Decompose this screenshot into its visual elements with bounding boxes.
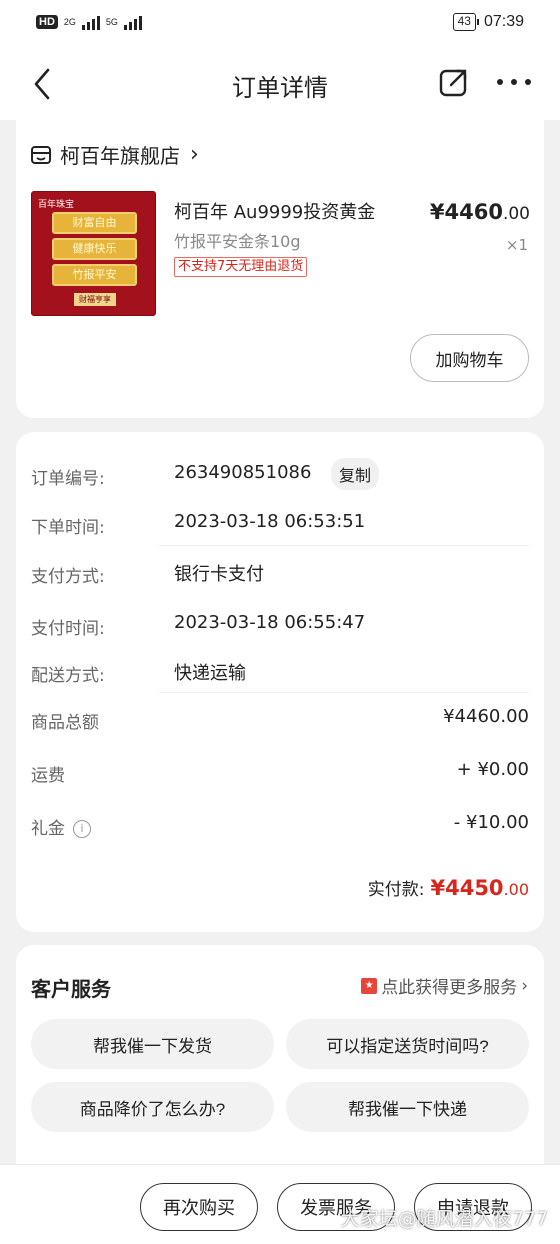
delivery-value: 快递运输 xyxy=(174,663,246,684)
network-indicator-1: 2G xyxy=(63,16,76,27)
paid-total-row: 实付款: ¥4450.00 xyxy=(368,875,529,900)
product-title[interactable]: 柯百年 Au9999投资黄金 xyxy=(174,198,375,224)
shop-icon xyxy=(31,145,51,164)
service-badge-icon: ★ xyxy=(361,977,378,994)
page-title: 订单详情 xyxy=(232,74,328,102)
more-services-label: 点此获得更多服务 xyxy=(381,978,518,998)
delivery-label: 配送方式: xyxy=(31,666,105,686)
shop-name: 柯百年旗舰店 xyxy=(60,144,180,168)
product-price: ¥4460.00 xyxy=(430,200,530,224)
paid-decimal: .00 xyxy=(503,880,529,899)
order-number-label: 订单编号: xyxy=(31,469,105,489)
paid-main: ¥4450 xyxy=(430,876,504,900)
share-icon[interactable] xyxy=(438,66,470,98)
return-policy-tag: 不支持7天无理由退货 xyxy=(174,257,308,277)
thumb-bar-3: 竹报平安 xyxy=(52,264,137,286)
pay-time-row: 支付时间: 2023-03-18 06:55:47 xyxy=(31,602,529,646)
price-drop-button[interactable]: 商品降价了怎么办? xyxy=(31,1082,274,1132)
goods-total-value: ¥4460.00 xyxy=(443,706,529,727)
pay-time-value: 2023-03-18 06:55:47 xyxy=(174,612,366,633)
info-icon[interactable]: i xyxy=(73,820,91,838)
divider xyxy=(159,692,529,693)
order-number-value: 263490851086 xyxy=(174,462,312,483)
shipping-label: 运费 xyxy=(31,766,65,786)
paid-value: ¥4450.00 xyxy=(430,876,529,900)
more-icon[interactable] xyxy=(494,70,534,94)
paid-label: 实付款: xyxy=(367,880,425,900)
customer-service-card: 客户服务 ★ 点此获得更多服务 › 帮我催一下发货 可以指定送货时间吗? 商品降… xyxy=(16,945,544,1175)
network-label-2: 5G xyxy=(105,16,118,27)
more-services-link[interactable]: ★ 点此获得更多服务 › xyxy=(361,973,528,998)
price-main: ¥4460 xyxy=(429,200,503,224)
hd-badge: HD xyxy=(36,15,58,29)
pay-method-row: 支付方式: 银行卡支付 xyxy=(31,550,529,594)
refund-button[interactable]: 申请退款 xyxy=(414,1183,532,1231)
thumb-tag: 财福亨享 xyxy=(74,293,116,306)
order-number-row: 订单编号: 263490851086 复制 xyxy=(31,452,529,496)
network-label-1: 2G xyxy=(63,16,76,27)
status-left: HD 2G 5G xyxy=(36,14,142,30)
gift-label-wrap: 礼金 i xyxy=(31,814,91,839)
clock: 07:39 xyxy=(483,13,524,30)
battery-icon: 43 xyxy=(452,13,480,31)
order-time-value: 2023-03-18 06:53:51 xyxy=(174,511,366,532)
product-card: 柯百年旗舰店 › 百年珠宝 财富自由 健康快乐 竹报平安 财福亨享 柯百年 Au… xyxy=(16,118,544,418)
thumb-brand: 百年珠宝 xyxy=(38,200,75,210)
goods-total-label: 商品总额 xyxy=(31,713,99,733)
signal-icon-2 xyxy=(123,14,142,30)
order-time-label: 下单时间: xyxy=(31,518,105,538)
product-subtitle: 竹报平安金条10g xyxy=(174,232,301,251)
delivery-row: 配送方式: 快递运输 xyxy=(31,649,529,693)
invoice-button[interactable]: 发票服务 xyxy=(277,1183,395,1231)
thumb-bar-1: 财富自由 xyxy=(52,212,137,234)
divider xyxy=(159,545,529,546)
network-indicator-2: 5G xyxy=(105,16,118,27)
status-right: 43 07:39 xyxy=(452,13,524,31)
bottom-action-bar: 再次购买 发票服务 申请退款 xyxy=(0,1164,560,1244)
delivery-time-button[interactable]: 可以指定送货时间吗? xyxy=(286,1019,529,1069)
service-title: 客户服务 xyxy=(31,977,111,1001)
urge-express-button[interactable]: 帮我催一下快递 xyxy=(286,1082,529,1132)
gift-label: 礼金 xyxy=(31,819,65,839)
pay-method-label: 支付方式: xyxy=(31,567,105,587)
chevron-right-icon: › xyxy=(190,142,199,167)
thumb-bar-2: 健康快乐 xyxy=(52,238,137,260)
price-decimal: .00 xyxy=(502,204,530,224)
status-bar: HD 2G 5G 43 07:39 xyxy=(0,0,560,48)
urge-shipping-button[interactable]: 帮我催一下发货 xyxy=(31,1019,274,1069)
gift-value: - ¥10.00 xyxy=(453,812,529,833)
rebuy-button[interactable]: 再次购买 xyxy=(140,1183,258,1231)
order-info-card: 订单编号: 263490851086 复制 下单时间: 2023-03-18 0… xyxy=(16,432,544,932)
nav-bar: 订单详情 xyxy=(0,48,560,120)
shipping-value: + ¥0.00 xyxy=(456,759,529,780)
order-time-row: 下单时间: 2023-03-18 06:53:51 xyxy=(31,501,529,545)
signal-icon xyxy=(81,14,100,30)
product-image[interactable]: 百年珠宝 财富自由 健康快乐 竹报平安 财福亨享 xyxy=(31,191,156,316)
shop-link[interactable]: 柯百年旗舰店 › xyxy=(30,140,199,169)
chevron-right-icon: › xyxy=(521,975,528,996)
shipping-row: 运费 + ¥0.00 xyxy=(31,753,529,793)
copy-button[interactable]: 复制 xyxy=(331,458,380,490)
pay-method-value: 银行卡支付 xyxy=(174,564,264,585)
gift-row: 礼金 i - ¥10.00 xyxy=(31,806,529,846)
pay-time-label: 支付时间: xyxy=(31,619,105,639)
product-quantity: ×1 xyxy=(505,236,528,254)
goods-total-row: 商品总额 ¥4460.00 xyxy=(31,700,529,740)
add-to-cart-button[interactable]: 加购物车 xyxy=(410,334,529,382)
